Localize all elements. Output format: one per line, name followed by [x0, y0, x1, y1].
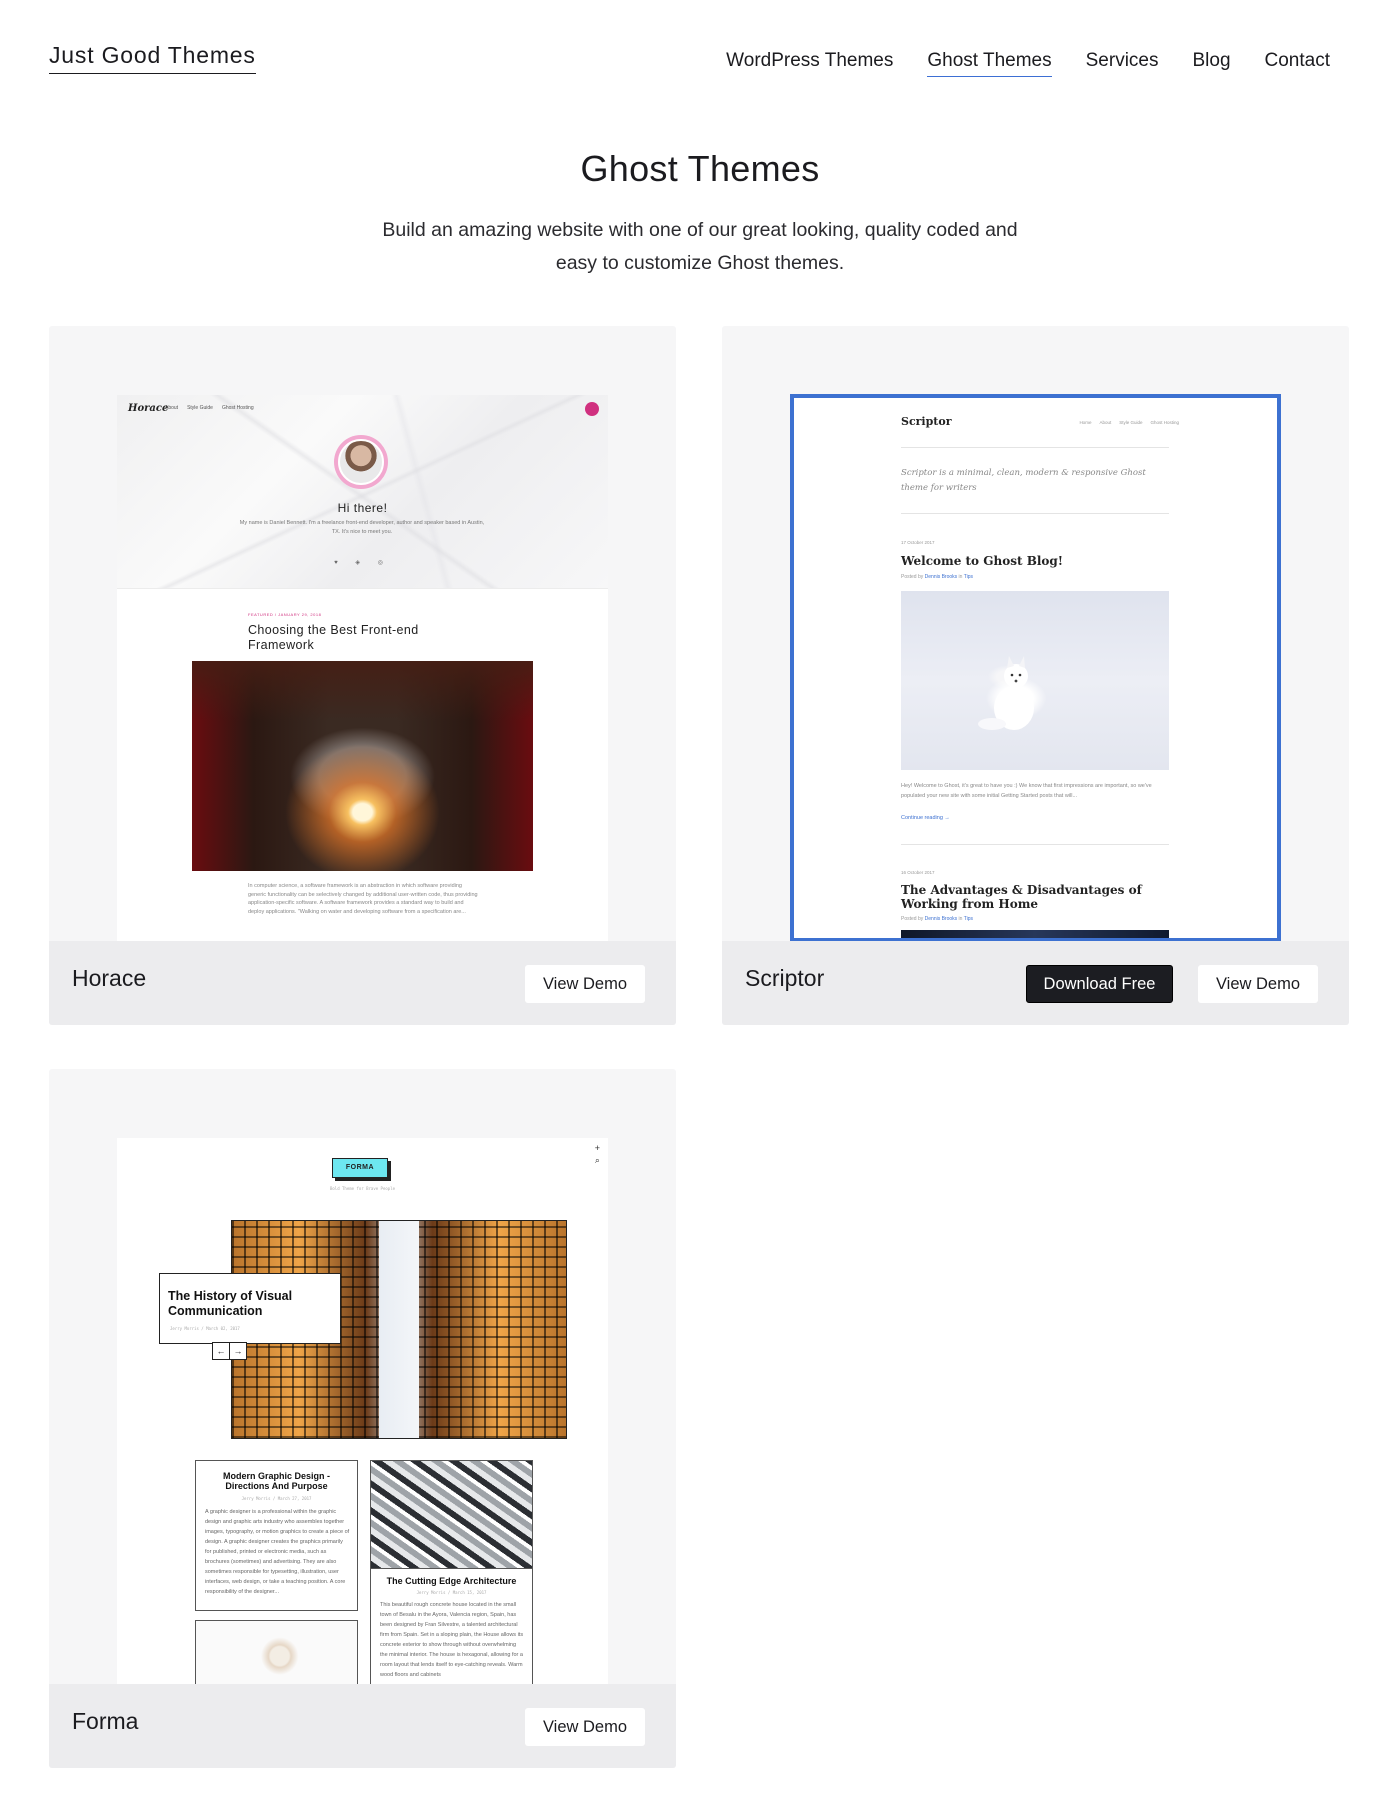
- view-demo-button[interactable]: View Demo: [525, 1708, 645, 1746]
- forma-post1-meta: Jerry Morris / March 27, 2017: [241, 1496, 312, 1501]
- scriptor-preview-menu: Home About Style Guide Ghost Hosting: [1079, 420, 1179, 425]
- page-intro: Build an amazing website with one of our…: [370, 214, 1030, 280]
- forma-featured-card: The History of Visual Communication Jerr…: [159, 1273, 341, 1344]
- scriptor-post1-byline: Posted by Dennis Brooks in Tips: [901, 574, 973, 580]
- scriptor-menu-item: Ghost Hosting: [1150, 420, 1179, 425]
- forma-post2-image: [371, 1461, 532, 1569]
- byline-in: in: [958, 916, 963, 922]
- forma-slider-arrows: ← →: [212, 1342, 247, 1360]
- divider: [901, 447, 1169, 448]
- forma-preview[interactable]: FORMA Bold Theme for Brave People + ⌕ Th…: [117, 1138, 608, 1684]
- site-logo[interactable]: Just Good Themes: [49, 42, 256, 74]
- scriptor-post2-byline: Posted by Dennis Brooks in Tips: [901, 916, 973, 922]
- forma-post2-meta: Jerry Morris / March 15, 2017: [416, 1590, 487, 1595]
- theme-name: Scriptor: [745, 965, 825, 991]
- horace-menu-item: About: [165, 405, 179, 411]
- arctic-fox-illustration: [978, 656, 1034, 730]
- byline-in: in: [958, 574, 963, 580]
- nav-ghost-themes[interactable]: Ghost Themes: [927, 50, 1052, 77]
- scriptor-post1-excerpt: Hey! Welcome to Ghost, it's great to hav…: [901, 783, 1152, 799]
- view-demo-button[interactable]: View Demo: [525, 965, 645, 1003]
- scriptor-menu-item: About: [1099, 420, 1112, 425]
- forma-post-card: The Cutting Edge Architecture Jerry Morr…: [370, 1460, 533, 1684]
- forma-post3-image: [196, 1621, 357, 1684]
- nav-wordpress-themes[interactable]: WordPress Themes: [726, 50, 893, 77]
- byline-author: Dennis Brooks: [924, 574, 958, 580]
- forma-featured-title: The History of Visual Communication: [168, 1289, 293, 1318]
- scriptor-menu-item: Style Guide: [1119, 420, 1143, 425]
- forma-post1-title: Modern Graphic Design - Directions And P…: [222, 1471, 330, 1491]
- horace-social-icons: ♥ ◈ ◎: [334, 560, 391, 566]
- theme-card-forma: FORMA Bold Theme for Brave People + ⌕ Th…: [49, 1069, 676, 1768]
- card-footer: Horace View Demo: [49, 941, 676, 1025]
- horace-greeting: Hi there!: [337, 501, 388, 515]
- arrow-left-icon: ←: [212, 1342, 230, 1360]
- theme-card-horace: Horace About Style Guide Ghost Hosting H…: [49, 326, 676, 1025]
- forma-featured-meta: Jerry Morris / March 02, 2017: [170, 1326, 240, 1331]
- byline-label: Posted by: [901, 916, 924, 922]
- forma-header-icons: + ⌕: [595, 1142, 600, 1166]
- horace-post-excerpt: In computer science, a software framewor…: [248, 883, 478, 915]
- card-footer: Scriptor Download Free View Demo: [722, 941, 1349, 1025]
- intro-line-2: easy to customize Ghost themes.: [555, 252, 845, 274]
- scriptor-menu-item: Home: [1079, 420, 1092, 425]
- forma-post2-title: The Cutting Edge Architecture: [386, 1576, 517, 1586]
- byline-tag: Tips: [963, 916, 974, 922]
- divider: [901, 844, 1169, 845]
- horace-avatar: [334, 435, 388, 489]
- nav-contact[interactable]: Contact: [1265, 50, 1330, 77]
- horace-bio: My name is Daniel Bennett. I'm a freelan…: [239, 520, 485, 535]
- download-free-button[interactable]: Download Free: [1026, 965, 1173, 1003]
- byline-author: Dennis Brooks: [924, 916, 958, 922]
- scriptor-preview[interactable]: Scriptor Home About Style Guide Ghost Ho…: [790, 394, 1281, 942]
- intro-line-1: Build an amazing website with one of our…: [382, 219, 1018, 241]
- byline-tag: Tips: [963, 574, 974, 580]
- scriptor-tagline: Scriptor is a minimal, clean, modern & r…: [901, 468, 1146, 493]
- divider: [901, 513, 1169, 514]
- forma-preview-logo: FORMA: [332, 1158, 388, 1178]
- forma-tagline: Bold Theme for Brave People: [329, 1186, 396, 1191]
- nav-services[interactable]: Services: [1086, 50, 1159, 77]
- forma-post1-body: A graphic designer is a professional wit…: [205, 1509, 350, 1595]
- forma-post-card: [195, 1620, 358, 1684]
- horace-preview[interactable]: Horace About Style Guide Ghost Hosting H…: [117, 395, 608, 941]
- scriptor-post2-title: The Advantages & Disadvantages of Workin…: [901, 883, 1142, 911]
- scriptor-post1-date: 17 October 2017: [901, 540, 935, 545]
- plus-icon: +: [594, 1143, 600, 1153]
- theme-name: Horace: [72, 965, 147, 991]
- view-demo-button[interactable]: View Demo: [1198, 965, 1318, 1003]
- horace-preview-menu: About Style Guide Ghost Hosting: [165, 405, 254, 411]
- arrow-right-icon: →: [229, 1342, 247, 1360]
- forma-post-card: Modern Graphic Design - Directions And P…: [195, 1460, 358, 1611]
- card-footer: Forma View Demo: [49, 1684, 676, 1768]
- search-icon: ⌕: [594, 1155, 600, 1165]
- horace-post-title: Choosing the Best Front-end Framework: [248, 623, 419, 652]
- scriptor-post2-date: 16 October 2017: [901, 870, 935, 875]
- horace-menu-item: Ghost Hosting: [221, 405, 254, 411]
- scriptor-preview-brand: Scriptor: [901, 415, 952, 428]
- byline-label: Posted by: [901, 574, 924, 580]
- scriptor-continue-reading: Continue reading →: [901, 815, 950, 821]
- scriptor-post1-image: [901, 591, 1169, 770]
- horace-menu-dot-icon: [585, 402, 599, 416]
- forma-post2-body: This beautiful rough concrete house loca…: [380, 1602, 524, 1678]
- main-nav: WordPress Themes Ghost Themes Services B…: [692, 50, 1330, 77]
- nav-blog[interactable]: Blog: [1192, 50, 1230, 77]
- horace-post-meta: FEATURED / JANUARY 29, 2018: [248, 612, 322, 617]
- horace-preview-logo: Horace: [128, 403, 169, 414]
- theme-card-scriptor: Scriptor Home About Style Guide Ghost Ho…: [722, 326, 1349, 1025]
- horace-post-image: [192, 661, 533, 871]
- page-title: Ghost Themes: [580, 148, 820, 189]
- theme-name: Forma: [72, 1708, 139, 1734]
- scriptor-post1-title: Welcome to Ghost Blog!: [901, 554, 1064, 568]
- horace-menu-item: Style Guide: [187, 405, 213, 411]
